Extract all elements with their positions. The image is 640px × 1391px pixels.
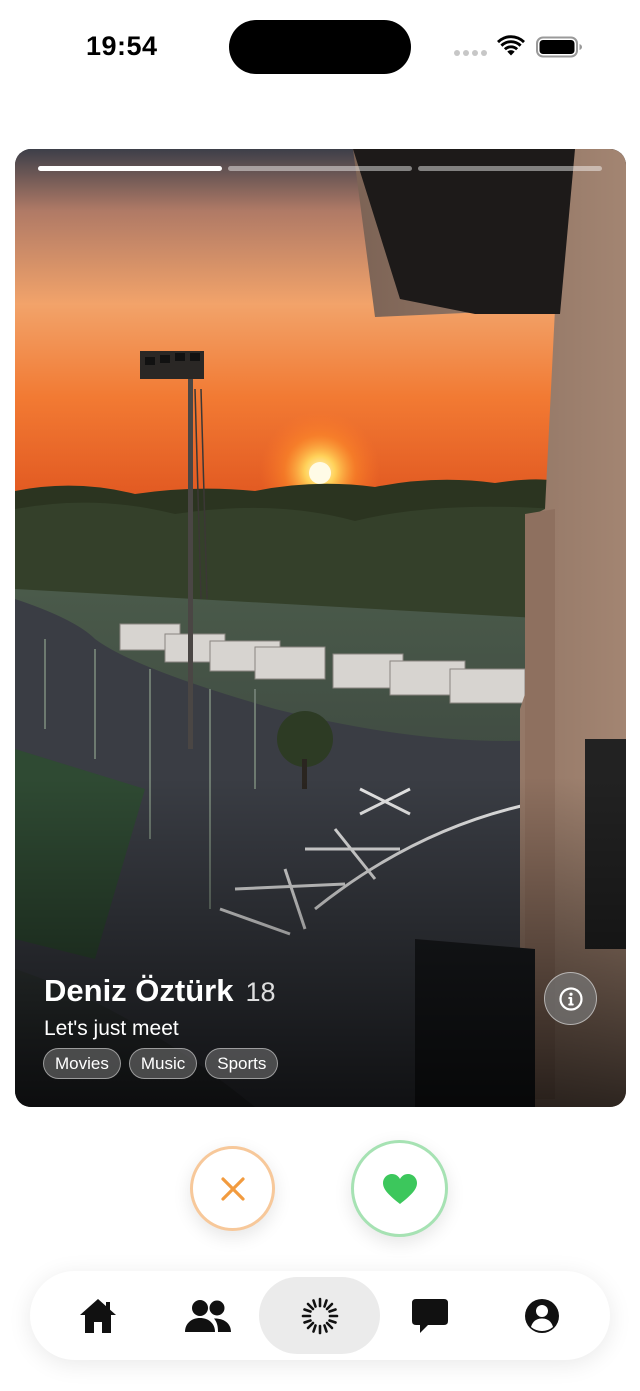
photo-progress-segment <box>418 166 602 171</box>
wifi-icon <box>497 35 525 56</box>
tab-messages[interactable] <box>390 1271 470 1360</box>
photo-progress-segment <box>228 166 412 171</box>
profile-icon <box>525 1298 559 1333</box>
tab-profile[interactable] <box>502 1271 582 1360</box>
discover-icon <box>301 1297 338 1334</box>
tab-home[interactable] <box>58 1271 138 1360</box>
interest-tag: Music <box>128 1048 198 1079</box>
dynamic-island <box>229 20 411 74</box>
photo-progress-segment <box>38 166 222 171</box>
close-icon <box>220 1176 245 1201</box>
status-time: 19:54 <box>86 31 158 61</box>
like-button[interactable] <box>351 1140 448 1237</box>
heart-icon <box>382 1173 417 1204</box>
info-icon <box>558 986 583 1011</box>
profile-name-row: Deniz Öztürk 18 <box>44 973 276 1009</box>
chat-icon <box>412 1298 448 1333</box>
profile-name: Deniz Öztürk <box>44 973 234 1008</box>
photo-progress-indicator <box>38 166 602 171</box>
battery-icon <box>536 36 582 58</box>
status-bar: 19:54 <box>0 0 640 95</box>
bottom-tab-bar <box>30 1271 610 1360</box>
people-icon <box>185 1299 231 1332</box>
profile-bio: Let's just meet <box>44 1017 179 1040</box>
home-icon <box>80 1298 116 1333</box>
tab-discover[interactable] <box>259 1277 380 1354</box>
tab-people[interactable] <box>168 1271 248 1360</box>
interest-tag: Movies <box>43 1048 121 1079</box>
profile-info-button[interactable] <box>544 972 597 1025</box>
interest-tag: Sports <box>205 1048 279 1079</box>
profile-card[interactable]: Deniz Öztürk 18 Let's just meet Movies M… <box>15 149 626 1107</box>
interest-tags: Movies Music Sports <box>43 1048 279 1079</box>
pass-button[interactable] <box>190 1146 275 1231</box>
cellular-signal-icon <box>454 50 487 56</box>
profile-age: 18 <box>245 977 276 1007</box>
